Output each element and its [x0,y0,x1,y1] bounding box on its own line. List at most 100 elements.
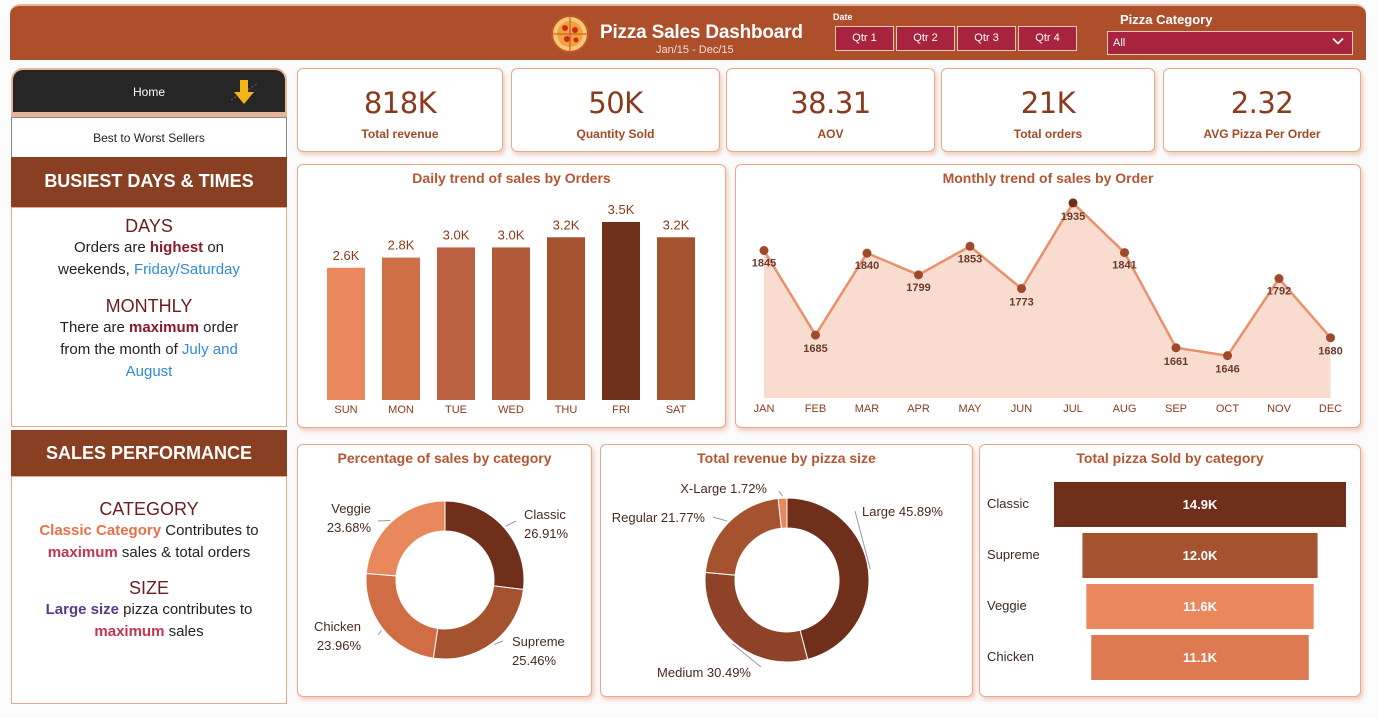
x-tick-label: OCT [1216,403,1240,415]
monthly-orders-plot: 1845 JAN 1685 FEB 1840 MAR 1799 APR 1853 MAY 1773 J… [752,198,1343,415]
monthly-title: MONTHLY [105,296,193,316]
x-tick-label: MAY [958,403,982,415]
bar [492,247,530,400]
x-tick-label: SAT [666,404,687,416]
x-tick-label: THU [555,404,578,416]
x-tick-label: MAR [855,403,880,415]
days-line-2: weekends, Friday/Saturday [58,261,240,278]
bar [437,247,475,400]
data-label: 1685 [803,343,827,355]
monthly-line-1: There are maximum order [59,319,239,336]
data-label: 1841 [1112,260,1136,272]
busiest-panel: DAYS Orders are highest on weekends, Fri… [11,207,287,427]
data-label: 1935 [1061,211,1085,223]
x-tick-label: WED [498,404,524,416]
page-subtitle: Jan/15 - Dec/15 [656,44,734,56]
pizza-logo-icon [551,15,589,53]
data-label: 2.6K [333,248,360,263]
slice-name: Chicken [314,619,361,634]
data-point [1171,343,1181,353]
page-title: Pizza Sales Dashboard [600,22,803,43]
kpi-label: AVG Pizza Per Order [1203,127,1321,141]
kpi-quantity-sold: 50K Quantity Sold [511,68,720,152]
slice-value: 26.91% [524,526,569,541]
data-point [965,241,975,251]
monthly-line-3: August [125,363,173,380]
qtr3-button[interactable]: Qtr 3 [957,26,1016,51]
kpi-label: Total orders [1013,127,1083,141]
kpi-aov: 38.31 AOV [726,68,935,152]
data-label: 3.5K [608,202,635,217]
nav-home-button[interactable]: Home [11,68,287,112]
x-tick-label: SEP [1165,403,1187,415]
slice-label: Medium 30.49% [657,665,751,680]
data-point [914,270,923,280]
category-sold-chart: Total pizza Sold by category 14.9K Classi… [979,444,1361,697]
leader-line [712,516,728,522]
qtr2-button[interactable]: Qtr 2 [896,26,955,51]
x-tick-label: TUE [445,404,467,416]
monthly-orders-chart: Monthly trend of sales by Order 1845 JAN 1… [735,164,1361,428]
slice-value: 23.68% [327,520,372,535]
category-title: CATEGORY [99,499,199,519]
leader-line [377,519,391,522]
data-point [1068,198,1078,208]
nav-best-to-worst-button[interactable]: Best to Worst Sellers [11,117,287,158]
leader-line [778,490,783,497]
data-label: 2.8K [388,238,415,253]
kpi-label: Quantity Sold [576,127,655,141]
leader-line [377,629,382,636]
performance-panel: CATEGORY Classic Category Contributes to… [11,476,287,704]
data-label: 1799 [906,282,930,294]
bar [382,257,420,400]
category-share-chart: Percentage of sales by category Classic 2… [297,444,592,697]
daily-orders-plot: 2.6K SUN 2.8K MON 3.0K TUE 3.0K WED 3.2K THU 3.5K F… [327,202,695,416]
category-line-2: maximum sales & total orders [47,544,251,561]
category-dropdown[interactable]: All [1107,31,1353,55]
data-label: 14.9K [1183,497,1218,512]
days-title: DAYS [125,216,173,236]
kpi-label: AOV [817,127,844,141]
size-donut-plot: Large 45.89% Medium 30.49% Regular 21.77% X… [612,481,944,680]
x-tick-label: APR [907,403,930,415]
data-point [759,246,769,255]
x-tick-label: JAN [754,403,775,415]
bar [327,267,365,400]
data-label: 1853 [958,253,982,265]
monthly-line-2: from the month of July and [60,341,238,358]
slice-label: X-Large 1.72% [680,481,767,496]
data-label: 1792 [1267,286,1291,298]
category-label: Veggie [987,598,1027,613]
data-label: 1773 [1009,297,1033,309]
qtr1-button[interactable]: Qtr 1 [835,26,894,51]
data-point [1274,274,1284,284]
category-donut-plot: Classic 26.91% Supreme 25.46% Chicken 23.96% V… [314,500,569,668]
donut-slice [704,497,782,576]
dashboard: Pizza Sales Dashboard Jan/15 - Dec/15 Da… [0,0,1378,718]
size-revenue-chart: Total revenue by pizza size Large 45.89%… [600,444,973,697]
size-title: SIZE [128,578,169,598]
donut-slice [444,500,525,591]
donut-slice [704,571,809,663]
slice-name: Classic [524,507,566,522]
bar [602,222,640,400]
qtr4-button[interactable]: Qtr 4 [1018,26,1077,51]
leader-line [493,640,504,645]
area-fill [764,202,1331,398]
kpi-avg-pizza-per-order: 2.32 AVG Pizza Per Order [1163,68,1361,152]
performance-heading: SALES PERFORMANCE [11,430,287,476]
data-label: 3.0K [443,227,470,242]
data-label: 12.0K [1183,548,1218,563]
slice-name: Veggie [331,501,371,516]
size-line-1: Large size pizza contributes to [45,601,253,618]
kpi-label: Total revenue [361,127,439,141]
x-tick-label: AUG [1113,403,1137,415]
x-tick-label: SUN [334,404,357,416]
category-filter-label: Pizza Category [1120,12,1213,27]
bar [657,237,695,400]
kpi-value: 21K [1020,86,1076,120]
kpi-value: 2.32 [1230,86,1294,120]
date-filter-label: Date [833,12,853,22]
data-label: 1840 [855,260,879,272]
category-dropdown-value: All [1113,37,1126,49]
